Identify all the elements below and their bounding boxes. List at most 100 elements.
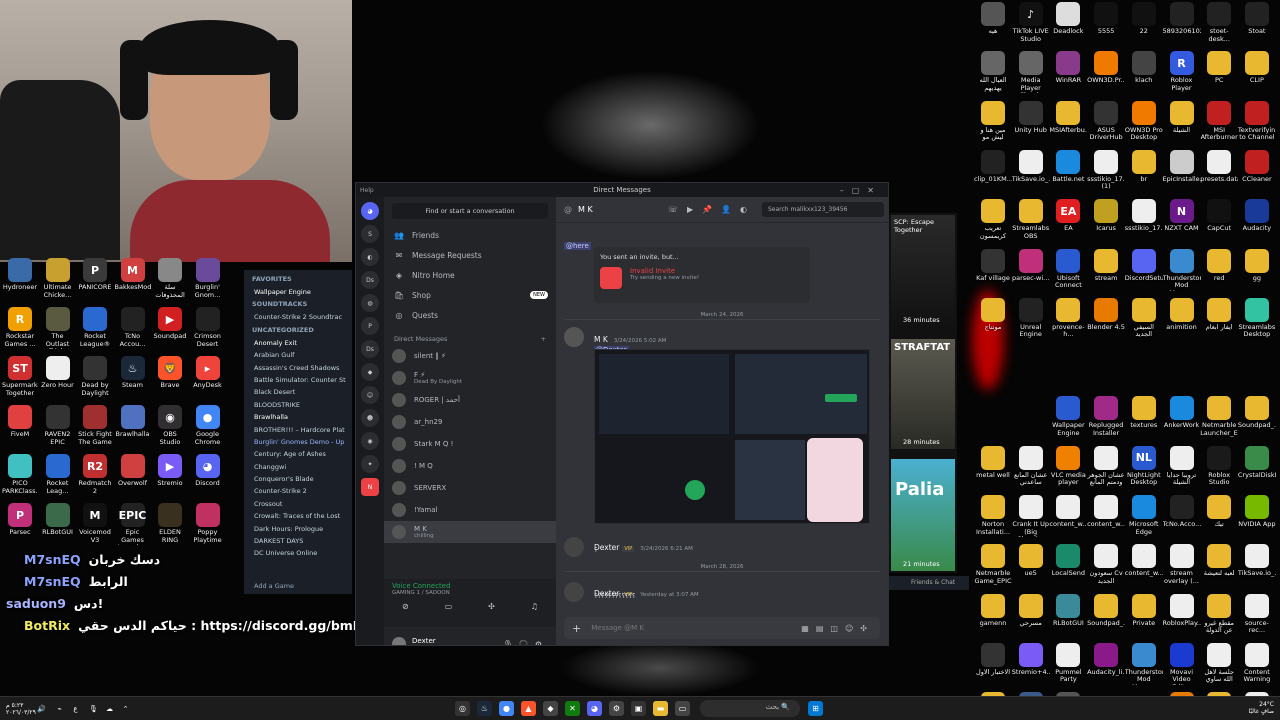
steam-game-item[interactable]: Century: Age of Ashes [244, 448, 352, 460]
soundtracks-header[interactable]: SOUNDTRACKS [244, 298, 352, 311]
desktop-shortcut[interactable]: AnkerWork [1163, 396, 1201, 446]
server-icon[interactable]: S [361, 225, 379, 243]
voice-channel-label[interactable]: GAMING 1 / SADOON [384, 590, 556, 596]
server-icon[interactable]: ☺ [361, 386, 379, 404]
desktop-shortcut[interactable]: ◉ OBS Studio [152, 405, 188, 455]
desktop-shortcut[interactable]: ♨ Steam [115, 356, 151, 406]
message-author[interactable]: Dexter [594, 543, 619, 552]
desktop-shortcut[interactable]: 22 [1125, 2, 1163, 52]
desktop-shortcut[interactable]: Audacity [1238, 199, 1276, 249]
settings-taskbar-icon[interactable]: ⚙ [609, 701, 624, 716]
new-badge-icon[interactable]: N [361, 478, 379, 496]
steam-game-item[interactable]: Arabian Gulf [244, 349, 352, 361]
file-explorer-icon[interactable]: ▬ [653, 701, 668, 716]
desktop-shortcut[interactable]: Stick Fight The Game [77, 405, 113, 455]
desktop-shortcut[interactable]: جلسة لاهل الله ساوي [1200, 642, 1238, 693]
steam-game-item[interactable]: Crowalt: Traces of the Lost [244, 510, 352, 522]
screenshot-attachment[interactable] [594, 349, 870, 524]
steam-game-item[interactable]: Battle Simulator: Counter St [244, 374, 352, 386]
desktop-shortcut[interactable]: Netmarble Game_EPIC [974, 544, 1012, 594]
desktop-shortcut[interactable]: Soundpad_... [1087, 593, 1125, 644]
game-card-palia[interactable]: Palia 21 minutes [891, 459, 955, 571]
desktop-shortcut[interactable]: R Rockstar Games ... [2, 307, 38, 357]
desktop-shortcut[interactable]: ue5 [1012, 544, 1050, 594]
add-dm-icon[interactable]: + [541, 335, 546, 343]
desktop-shortcut[interactable]: Blender 4.5 [1087, 297, 1125, 348]
language-icon[interactable]: ع [68, 701, 83, 716]
desktop-shortcut[interactable]: ▶ Stremio [152, 454, 188, 504]
desktop-shortcut[interactable]: CLIP [1238, 51, 1276, 101]
desktop-shortcut[interactable]: content_w... [1087, 495, 1125, 545]
desktop-shortcut[interactable]: clip_01KM... [974, 149, 1012, 200]
steam-game-item[interactable]: DARKEST DAYS [244, 535, 352, 547]
desktop-shortcut[interactable]: OWN3D.Pr... [1087, 51, 1125, 101]
desktop-shortcut[interactable]: Ultimate Chicke... [40, 258, 76, 308]
desktop-shortcut[interactable]: تيك [1200, 495, 1238, 545]
desktop-shortcut[interactable]: Thunderstore Mod Mana... [1163, 248, 1201, 299]
dm-item[interactable]: ar_hn29 [384, 411, 556, 433]
desktop-shortcut[interactable]: Overwolf [115, 454, 151, 504]
steam-game-item[interactable]: Black Desert [244, 386, 352, 398]
desktop-shortcut[interactable]: سلة المحذوفات [152, 258, 188, 308]
message-input[interactable]: Message @M K [591, 624, 644, 632]
chrome-taskbar-icon[interactable]: ● [499, 701, 514, 716]
friends-chat-button[interactable]: Friends & Chat [889, 576, 969, 590]
dm-item[interactable]: ROGER | أحمد [384, 389, 556, 411]
desktop-shortcut[interactable]: LocalSend [1049, 544, 1087, 594]
clock[interactable]: ٥:٢٣ م ٢٠٢٦/٠٣/٢٩ [6, 702, 36, 716]
steam-game-item[interactable]: Crossout [244, 498, 352, 510]
desktop-shortcut[interactable]: Thunderstore Mod Mana... [1125, 642, 1163, 693]
desktop-shortcut[interactable]: Deadlock [1049, 2, 1087, 52]
desktop-shortcut[interactable]: ▸ AnyDesk [190, 356, 226, 406]
desktop-shortcut[interactable]: Battle.net [1049, 149, 1087, 200]
desktop-shortcut[interactable]: Pummel Party [1049, 642, 1087, 693]
header-action-icons[interactable]: ☏▶📌👤◐ [668, 205, 756, 214]
nav-item-shop[interactable]: 🛍 Shop NEW [384, 285, 556, 305]
avatar[interactable] [392, 637, 406, 645]
server-icon[interactable]: ◍ [361, 294, 379, 312]
desktop-shortcut[interactable]: parsec-wi... [1012, 248, 1050, 299]
desktop-shortcut[interactable]: provence-h... [1049, 297, 1087, 348]
dm-item[interactable]: silent ‖ ⚡ [384, 345, 556, 367]
server-icon[interactable]: ☻ [361, 409, 379, 427]
desktop-shortcut[interactable]: TcNo.Acco... [1163, 495, 1201, 545]
desktop-shortcut[interactable]: ◕ Discord [190, 454, 226, 504]
desktop-shortcut[interactable]: Unity Hub [1012, 100, 1050, 151]
desktop-shortcut[interactable]: RobloxPlay... [1163, 593, 1201, 644]
server-icon[interactable]: Ds [361, 271, 379, 289]
network-icon[interactable]: ⌁ [52, 701, 67, 716]
desktop-shortcut[interactable]: PICO PARKClass... [2, 454, 38, 504]
desktop-shortcut[interactable]: 🦁 Brave [152, 356, 188, 406]
desktop-shortcut[interactable]: RLBotGUI [40, 503, 76, 553]
desktop-shortcut[interactable]: metal well [974, 445, 1012, 496]
desktop-shortcut[interactable]: MSIAfterbu... [1049, 100, 1087, 151]
desktop-shortcut[interactable]: هيه [974, 2, 1012, 52]
desktop-shortcut[interactable]: مين هنا و ليش مو زوجتي [974, 100, 1012, 151]
desktop-shortcut[interactable]: Kaf village [974, 248, 1012, 299]
desktop-shortcut[interactable]: Dead by Daylight [77, 356, 113, 406]
desktop-shortcut[interactable]: CrystalDiskM... [1238, 445, 1276, 496]
desktop-shortcut[interactable]: stoet-desk... [1200, 2, 1238, 52]
desktop-shortcut[interactable]: Streamlabs OBS [1012, 199, 1050, 249]
desktop-shortcut[interactable]: لعبه لتعيشة [1200, 544, 1238, 594]
app-taskbar-icon[interactable]: ◆ [543, 701, 558, 716]
voice-connected-label[interactable]: Voice Connected [384, 579, 556, 590]
desktop-shortcut[interactable]: The Outlast Trials [40, 307, 76, 357]
nav-item-quests[interactable]: ◎ Quests [384, 305, 556, 325]
desktop-shortcut[interactable]: Crimson Desert [190, 307, 226, 357]
desktop-shortcut[interactable]: سعودون Cv الجديد [1087, 544, 1125, 594]
desktop-shortcut[interactable]: Burglin' Gnom... [190, 258, 226, 308]
dm-item[interactable]: M Kchilling [384, 521, 556, 543]
desktop-shortcut[interactable]: FiveM [2, 405, 38, 455]
desktop-shortcut[interactable]: عشان الجوهر ودمتم المانع [1087, 445, 1125, 496]
desktop-shortcut[interactable]: ELDEN RING [152, 503, 188, 553]
desktop-shortcut[interactable]: animition [1163, 297, 1201, 348]
mic-icon[interactable]: 🎙 [86, 701, 101, 716]
desktop-shortcut[interactable]: تعريب كريمسون [974, 199, 1012, 249]
steam-game-item[interactable]: BROTHER!!! – Hardcore Plat [244, 424, 352, 436]
camera-off-icon[interactable]: ⊘ [402, 602, 409, 611]
desktop-shortcut[interactable]: Roblox Studio [1200, 445, 1238, 496]
nav-item-nitro-home[interactable]: ◈ Nitro Home [384, 265, 556, 285]
desktop-shortcut[interactable]: Poppy Playtime [190, 503, 226, 553]
discord-taskbar-icon[interactable]: ◕ [587, 701, 602, 716]
